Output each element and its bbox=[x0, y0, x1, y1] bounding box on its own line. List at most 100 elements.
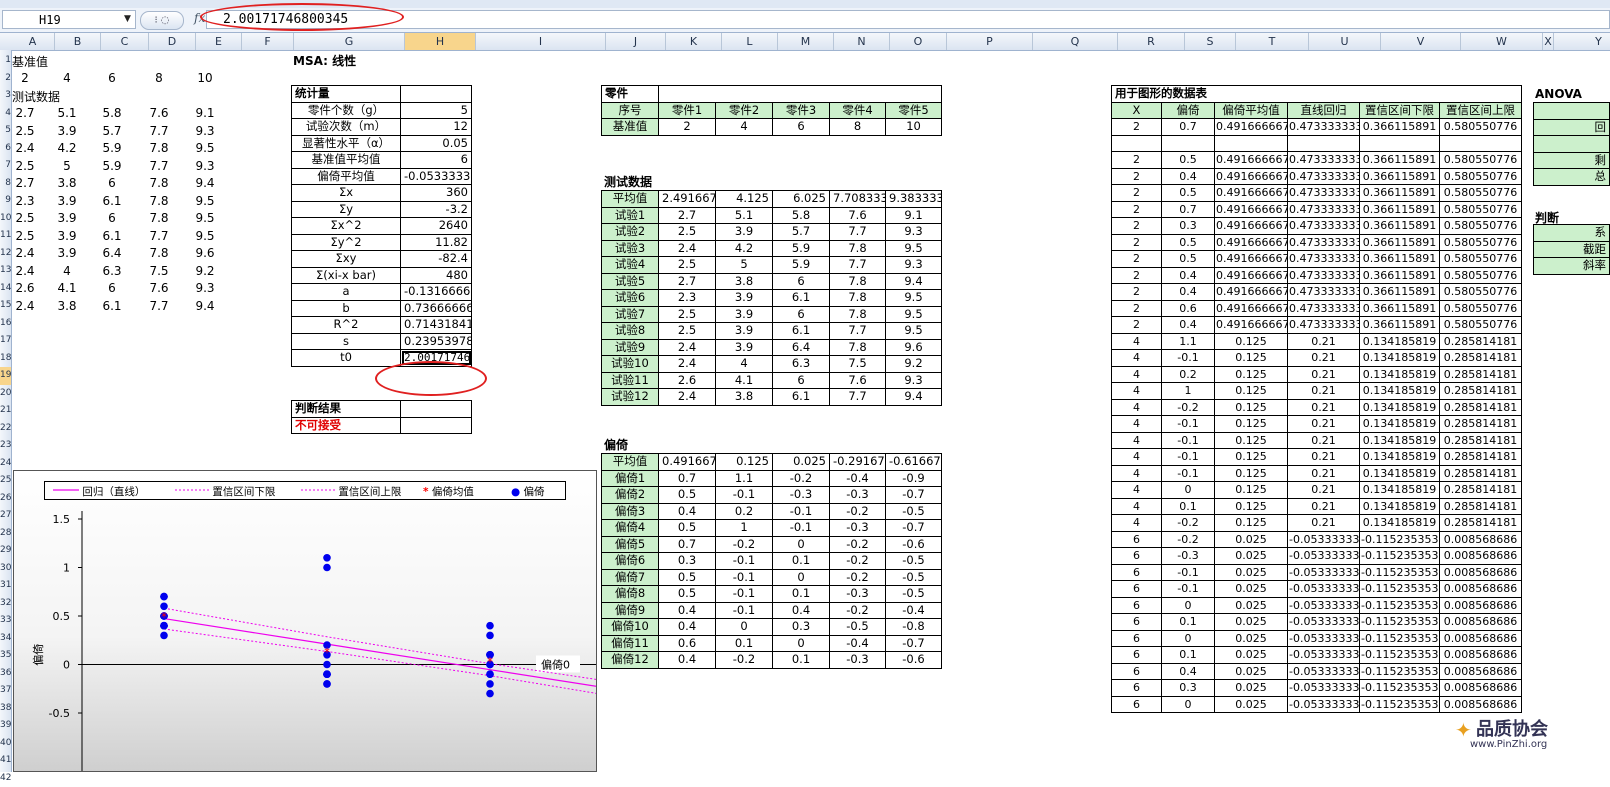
bias-cell[interactable]: 0.1 bbox=[716, 635, 773, 652]
graph-cell[interactable]: 0.008568686 bbox=[1440, 548, 1522, 565]
test_data-avg-cell[interactable]: 7.708333 bbox=[830, 191, 886, 208]
formula-controls[interactable]: ⁝ ◌ bbox=[140, 11, 184, 30]
test_data-cell[interactable]: 9.4 bbox=[886, 273, 942, 290]
anova-cell[interactable] bbox=[1534, 136, 1610, 153]
graph-cell[interactable]: -0.115235353 bbox=[1360, 581, 1440, 598]
bias-cell[interactable]: -0.5 bbox=[886, 569, 942, 586]
stat-value[interactable]: 360 bbox=[401, 185, 472, 202]
test_data-cell[interactable]: 4.1 bbox=[716, 372, 773, 389]
graph-cell[interactable]: 0.491666667 bbox=[1215, 218, 1288, 235]
test-cell[interactable]: 6.4 bbox=[97, 246, 127, 260]
test-cell[interactable]: 9.3 bbox=[190, 281, 220, 295]
graph-cell[interactable]: 0.025 bbox=[1215, 680, 1288, 697]
test-cell[interactable]: 2.5 bbox=[10, 159, 40, 173]
test_data-cell[interactable]: 9.3 bbox=[886, 257, 942, 274]
graph-cell[interactable]: 0.473333333 bbox=[1288, 201, 1360, 218]
test_data-cell[interactable]: 9.5 bbox=[886, 306, 942, 323]
anova-cell[interactable] bbox=[1534, 103, 1610, 120]
test_data-cell[interactable]: 试验10 bbox=[602, 356, 659, 373]
graph-cell[interactable]: 0.125 bbox=[1215, 366, 1288, 383]
bias-cell[interactable]: -0.2 bbox=[773, 470, 830, 487]
bias-avg-cell[interactable]: 0.125 bbox=[716, 454, 773, 471]
test_data-cell[interactable]: 7.7 bbox=[830, 257, 886, 274]
graph-cell[interactable]: 0.134185819 bbox=[1360, 399, 1440, 416]
test-cell[interactable]: 2.5 bbox=[10, 229, 40, 243]
bias-cell[interactable]: 1 bbox=[716, 520, 773, 537]
graph-cell[interactable] bbox=[1215, 135, 1288, 152]
graph-cell[interactable]: 2 bbox=[1112, 300, 1162, 317]
stat-value[interactable]: 0.239539789 bbox=[401, 333, 472, 350]
test_data-cell[interactable]: 7.8 bbox=[830, 290, 886, 307]
column-header-r[interactable]: R bbox=[1118, 33, 1185, 50]
graph-cell[interactable]: 0.366115891 bbox=[1360, 251, 1440, 268]
bias-avg-cell[interactable]: -0.61667 bbox=[886, 454, 942, 471]
graph-cell[interactable]: -0.115235353 bbox=[1360, 647, 1440, 664]
test-cell[interactable]: 7.8 bbox=[144, 194, 174, 208]
graph-cell[interactable]: -0.3 bbox=[1162, 548, 1215, 565]
graph-cell[interactable]: 4 bbox=[1112, 399, 1162, 416]
column-header-e[interactable]: E bbox=[196, 33, 242, 50]
row-header-36[interactable]: 36 bbox=[0, 665, 11, 683]
bias-cell[interactable]: -0.9 bbox=[886, 470, 942, 487]
row-header-42[interactable]: 42 bbox=[0, 770, 11, 787]
graph-cell[interactable]: 0.21 bbox=[1288, 449, 1360, 466]
test_data-cell[interactable]: 2.4 bbox=[659, 240, 716, 257]
graph-cell[interactable]: 2 bbox=[1112, 218, 1162, 235]
test_data-cell[interactable]: 7.6 bbox=[830, 372, 886, 389]
graph-cell[interactable]: 0.2 bbox=[1162, 366, 1215, 383]
graph-cell[interactable]: 6 bbox=[1112, 680, 1162, 697]
column-header-a[interactable]: A bbox=[11, 33, 55, 50]
graph-cell[interactable]: -0.1 bbox=[1162, 350, 1215, 367]
bias-cell[interactable]: -0.7 bbox=[886, 635, 942, 652]
graph-cell[interactable]: 0.4 bbox=[1162, 317, 1215, 334]
graph-cell[interactable]: 0.025 bbox=[1215, 663, 1288, 680]
test_data-cell[interactable]: 试验7 bbox=[602, 306, 659, 323]
graph-cell[interactable]: 0.285814181 bbox=[1440, 416, 1522, 433]
graph-cell[interactable]: 0.21 bbox=[1288, 416, 1360, 433]
graph-cell[interactable]: 0.125 bbox=[1215, 515, 1288, 532]
name-box[interactable]: H19 bbox=[2, 10, 136, 29]
bias-cell[interactable]: 0.1 bbox=[773, 553, 830, 570]
test-cell[interactable]: 2.6 bbox=[10, 281, 40, 295]
test_data-cell[interactable]: 6.4 bbox=[773, 339, 830, 356]
bias-cell[interactable]: -0.7 bbox=[886, 487, 942, 504]
graph-cell[interactable]: 2 bbox=[1112, 152, 1162, 169]
graph-cell[interactable]: 0.125 bbox=[1215, 465, 1288, 482]
graph-cell[interactable]: 0.473333333 bbox=[1288, 152, 1360, 169]
test_data-cell[interactable]: 试验8 bbox=[602, 323, 659, 340]
bias-cell[interactable]: -0.3 bbox=[830, 520, 886, 537]
test_data-cell[interactable]: 6.3 bbox=[773, 356, 830, 373]
graph-cell[interactable]: 0.134185819 bbox=[1360, 383, 1440, 400]
judge-cell[interactable]: 系 bbox=[1534, 225, 1610, 242]
test_data-cell[interactable]: 2.6 bbox=[659, 372, 716, 389]
stat-value[interactable]: 0.736666667 bbox=[401, 300, 472, 317]
graph-cell[interactable]: 0.491666667 bbox=[1215, 152, 1288, 169]
judge-cell[interactable]: 截距 bbox=[1534, 241, 1610, 258]
graph-cell[interactable]: -0.1 bbox=[1162, 416, 1215, 433]
row-header-34[interactable]: 34 bbox=[0, 630, 11, 648]
column-header-x[interactable]: X bbox=[1543, 33, 1554, 50]
stat-value[interactable]: 480 bbox=[401, 267, 472, 284]
graph-cell[interactable]: 0.3 bbox=[1162, 680, 1215, 697]
graph-cell[interactable]: 0.473333333 bbox=[1288, 234, 1360, 251]
graph-cell[interactable]: 0.008568686 bbox=[1440, 581, 1522, 598]
graph-cell[interactable]: 2 bbox=[1112, 284, 1162, 301]
judge-cell[interactable]: 斜率 bbox=[1534, 258, 1610, 275]
bias-cell[interactable]: 0.7 bbox=[659, 470, 716, 487]
graph-cell[interactable]: 0 bbox=[1162, 696, 1215, 713]
test_data-cell[interactable]: 2.7 bbox=[659, 273, 716, 290]
graph-cell[interactable]: 0.21 bbox=[1288, 482, 1360, 499]
graph-cell[interactable]: -0.05333333 bbox=[1288, 531, 1360, 548]
column-header-s[interactable]: S bbox=[1185, 33, 1236, 50]
graph-cell[interactable]: 0.4 bbox=[1162, 284, 1215, 301]
row-header-29[interactable]: 29 bbox=[0, 542, 11, 560]
graph-cell[interactable]: 0.580550776 bbox=[1440, 201, 1522, 218]
test_data-cell[interactable]: 2.5 bbox=[659, 224, 716, 241]
graph-cell[interactable]: 0.21 bbox=[1288, 366, 1360, 383]
test_data-cell[interactable]: 7.5 bbox=[830, 356, 886, 373]
test-cell[interactable]: 7.8 bbox=[144, 141, 174, 155]
graph-cell[interactable]: 0.5 bbox=[1162, 152, 1215, 169]
bias-cell[interactable]: 0 bbox=[773, 569, 830, 586]
graph-cell[interactable]: -0.115235353 bbox=[1360, 548, 1440, 565]
graph-cell[interactable]: 0.125 bbox=[1215, 498, 1288, 515]
